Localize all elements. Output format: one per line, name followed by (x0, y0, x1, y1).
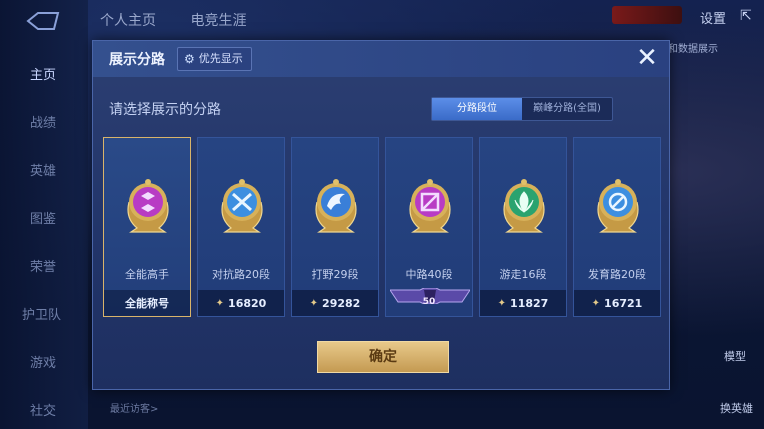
toggle-lane-rank[interactable]: 分路段位 (432, 98, 522, 120)
priority-display-button[interactable]: ⚙ 优先显示 (177, 47, 252, 71)
lane-footer: ✦ 16721 (574, 290, 660, 316)
lane-card-roam[interactable]: 游走16段 ✦ 11827 (479, 137, 567, 317)
rank-points: 16820 (228, 296, 267, 310)
recent-visitor-link[interactable]: 最近访客> (110, 400, 158, 415)
peak-rank-number: 50 (422, 297, 436, 307)
rank-points-icon: ✦ (591, 297, 601, 309)
lane-name: 中路40段 (405, 268, 453, 281)
lane-footer: 50 (386, 290, 472, 316)
right-note: 和数据展示 (668, 44, 718, 55)
lane-name: 对抗路20段 (212, 268, 270, 281)
rank-points: 11827 (510, 296, 549, 310)
lane-card-clash[interactable]: 对抗路20段 ✦ 16820 (197, 137, 285, 317)
lane-footer: ✦ 16820 (198, 290, 284, 316)
back-icon[interactable] (24, 10, 62, 32)
expand-icon[interactable]: ⇱ (740, 8, 752, 24)
top-tabs: 个人主页 电竞生涯 (100, 10, 276, 30)
lane-footer: ✦ 29282 (292, 290, 378, 316)
lane-display-modal: 展示分路 ⚙ 优先显示 ✕ 请选择展示的分路 分路段位 巅峰分路(全国) 全能高… (92, 40, 670, 390)
lane-name: 全能高手 (125, 268, 169, 281)
tab-profile[interactable]: 个人主页 (100, 13, 156, 29)
lane-card-allround[interactable]: 全能高手 全能称号 (103, 137, 191, 317)
rank-points: 29282 (322, 296, 361, 310)
swap-hero-button[interactable]: 换英雄 (720, 400, 753, 416)
modal-title: 展示分路 (109, 52, 165, 68)
rank-points: 16721 (604, 296, 643, 310)
rank-points-icon: ✦ (497, 297, 507, 309)
jungle-emblem-icon (315, 179, 357, 233)
gear-icon: ⚙ (184, 52, 195, 66)
nav-item-codex[interactable]: 图鉴 (0, 208, 88, 227)
lane-card-mid[interactable]: 中路40段 50 (385, 137, 473, 317)
roam-emblem-icon (503, 179, 545, 233)
top-badge (612, 6, 682, 24)
allround-emblem-icon (127, 179, 169, 233)
rank-points-icon: ✦ (215, 297, 225, 309)
lane-name: 发育路20段 (588, 268, 646, 281)
close-icon[interactable]: ✕ (633, 45, 661, 73)
confirm-button[interactable]: 确定 (317, 341, 449, 373)
lane-footer: ✦ 11827 (480, 290, 566, 316)
lane-card-jungle[interactable]: 打野29段 ✦ 29282 (291, 137, 379, 317)
lane-card-list: 全能高手 全能称号 对抗路20段 ✦ 16820 打野29段 ✦ 29282 中… (103, 137, 663, 317)
nav-item-records[interactable]: 战绩 (0, 112, 88, 131)
mid-lane-emblem-icon (409, 179, 451, 233)
modal-subtitle: 请选择展示的分路 (109, 102, 221, 118)
nav-item-guard[interactable]: 护卫队 (0, 304, 88, 323)
lane-name: 打野29段 (311, 268, 359, 281)
lane-card-farm[interactable]: 发育路20段 ✦ 16721 (573, 137, 661, 317)
lane-footer: 全能称号 (104, 290, 190, 316)
settings-button[interactable]: 设置 (700, 8, 726, 27)
clash-lane-emblem-icon (221, 179, 263, 233)
nav-item-home[interactable]: 主页 (0, 64, 88, 83)
nav-item-games[interactable]: 游戏 (0, 352, 88, 371)
rank-points-icon: ✦ (309, 297, 319, 309)
modal-header: 展示分路 ⚙ 优先显示 ✕ (93, 41, 669, 77)
farm-lane-emblem-icon (597, 179, 639, 233)
left-nav: 主页 战绩 英雄 图鉴 荣誉 护卫队 游戏 社交 (0, 0, 88, 429)
toggle-peak-lane[interactable]: 巅峰分路(全国) (522, 98, 612, 120)
lane-name: 游走16段 (499, 268, 547, 281)
model-button[interactable]: 模型 (724, 348, 746, 364)
priority-label: 优先显示 (198, 52, 243, 65)
tab-esports[interactable]: 电竞生涯 (190, 13, 246, 29)
nav-item-honor[interactable]: 荣誉 (0, 256, 88, 275)
lane-footer-text: 全能称号 (125, 297, 169, 310)
nav-item-heroes[interactable]: 英雄 (0, 160, 88, 179)
nav-item-social[interactable]: 社交 (0, 400, 88, 419)
lane-type-toggle: 分路段位 巅峰分路(全国) (431, 97, 613, 121)
